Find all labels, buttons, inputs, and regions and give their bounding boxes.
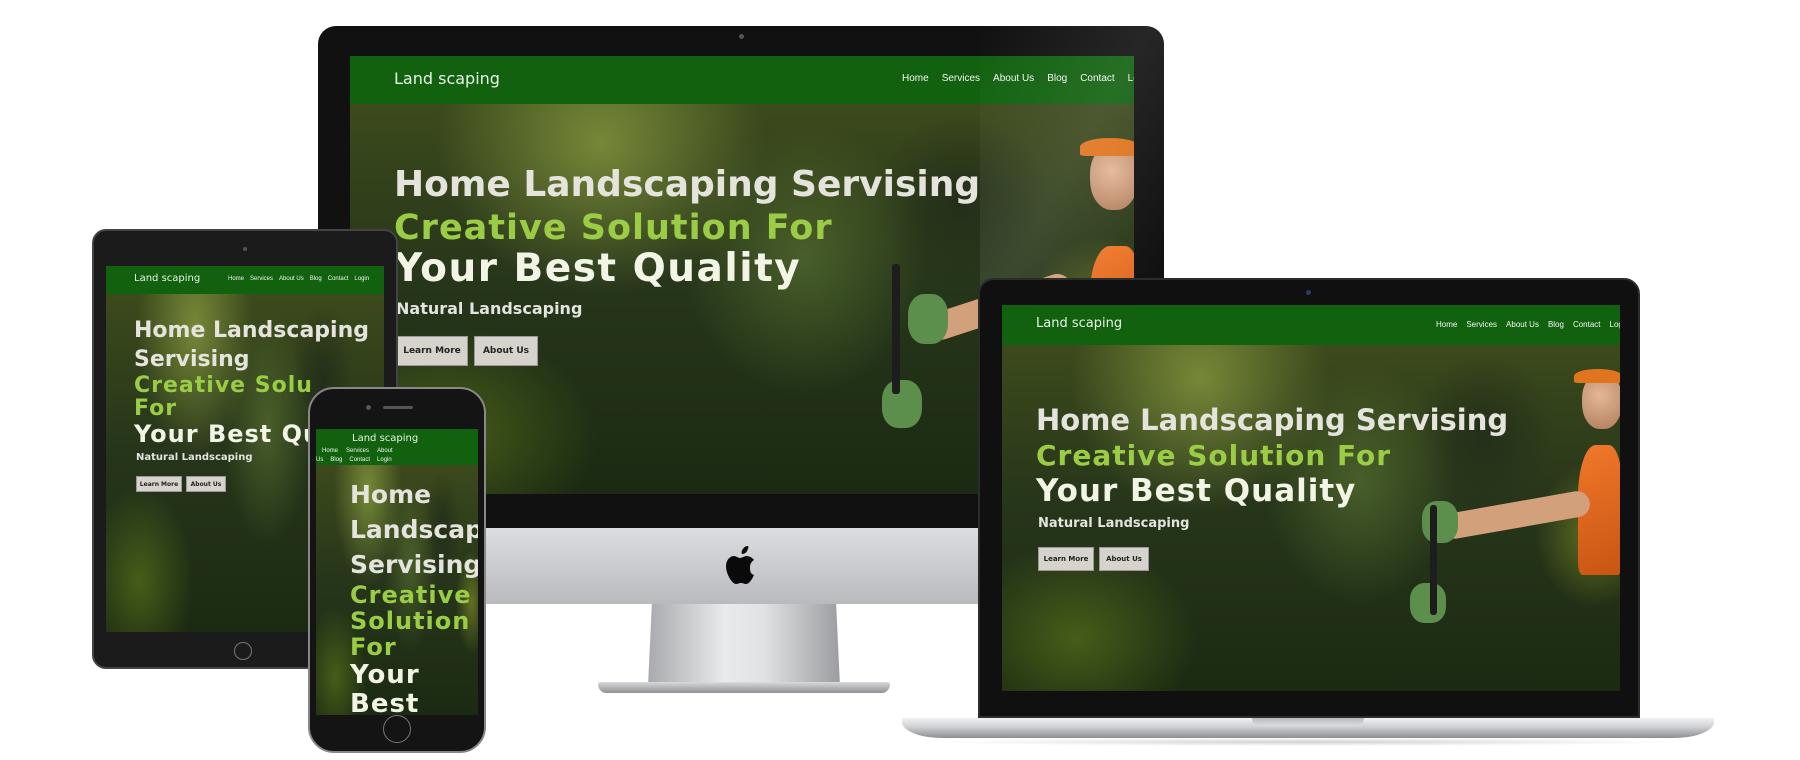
nav-contact[interactable]: Contact (349, 457, 370, 463)
macbook-hinge-notch (1252, 718, 1364, 726)
nav-login[interactable]: Login (377, 457, 392, 463)
macbook-camera (1306, 290, 1311, 295)
imac-camera (739, 34, 744, 39)
hero-image: Home Landscap Servising Creative Solutio… (316, 465, 478, 715)
site-brand[interactable]: Land scaping (394, 69, 500, 88)
hero-buttons: Learn More About Us (396, 336, 980, 366)
nav-about[interactable]: About Us (1506, 320, 1539, 329)
hero-heading: Home Landscaping Servising (394, 164, 981, 205)
imac-stand-foot (598, 682, 890, 693)
nav-about-cont[interactable]: Us (316, 457, 323, 463)
nav-home[interactable]: Home (322, 448, 338, 454)
nav-menu-row2: Us Blog Contact Login (316, 457, 392, 463)
hero-buttons: Learn More About Us (1038, 547, 1508, 571)
navbar: Land scaping Home Services About Us Blog… (1002, 305, 1620, 345)
nav-blog[interactable]: Blog (1548, 320, 1564, 329)
hero-subheading: Creative Solution For (394, 208, 833, 248)
hero-heading-cont: Servising (134, 347, 250, 372)
about-us-button[interactable]: About Us (186, 476, 226, 492)
hero-heading-cont2: Servising (350, 550, 478, 579)
nav-menu-row1: Home Services About (322, 448, 393, 454)
learn-more-button[interactable]: Learn More (396, 336, 468, 366)
hero-tagline: Your (350, 660, 420, 690)
hero-tagline-cont: Best (350, 689, 420, 715)
nav-login[interactable]: Login (1610, 320, 1620, 329)
nav-contact[interactable]: Contact (1573, 320, 1601, 329)
nav-menu: Home Services About Us Blog Contact Logi… (1436, 320, 1620, 329)
hero-tagline: Your Best Quality (1036, 473, 1357, 509)
hero-caption: Natural Landscaping (396, 299, 583, 318)
hero-image: Home Landscaping Servising Creative Solu… (1002, 345, 1620, 691)
ipad-camera (243, 247, 247, 251)
nav-services[interactable]: Services (346, 448, 369, 454)
navbar: Land scaping Home Services About Us Blog… (316, 429, 478, 465)
macbook-shadow (930, 738, 1686, 746)
about-us-button[interactable]: About Us (474, 336, 538, 366)
site-brand[interactable]: Land scaping (352, 433, 418, 444)
macbook-screen: Land scaping Home Services About Us Blog… (1002, 305, 1620, 691)
iphone-speaker (383, 406, 413, 409)
imac-stand (648, 604, 840, 686)
nav-blog[interactable]: Blog (310, 276, 322, 282)
nav-home[interactable]: Home (902, 73, 929, 84)
hero-heading: Home Landscaping (134, 318, 369, 343)
site-brand[interactable]: Land scaping (1036, 316, 1122, 331)
nav-services[interactable]: Services (942, 73, 980, 84)
nav-home[interactable]: Home (228, 276, 244, 282)
hero-caption: Natural Landscaping (1038, 516, 1190, 531)
hero-subheading: Creative Solution For (1036, 439, 1392, 472)
ipad-home-button (234, 642, 252, 660)
nav-menu: Home Services About Us Blog Contact Logi… (228, 276, 369, 282)
hero-heading: Home Landscaping Servising (1036, 403, 1509, 437)
nav-about[interactable]: About (377, 448, 393, 454)
hero-text: Home Landscaping Servising Creative Solu… (1036, 401, 1508, 571)
hero-tagline: Your Best Quality (394, 246, 802, 291)
nav-home[interactable]: Home (1436, 320, 1457, 329)
hero-text: Home Landscap Servising Creative Solutio… (350, 477, 478, 715)
iphone-home-button (383, 715, 411, 743)
hero-subheading-cont2: For (350, 633, 397, 661)
iphone-camera (366, 405, 371, 410)
nav-contact[interactable]: Contact (328, 276, 349, 282)
apple-icon (726, 546, 754, 584)
site-brand[interactable]: Land scaping (134, 273, 200, 284)
nav-login[interactable]: Login (354, 276, 369, 282)
hero-heading-cont1: Landscap (350, 515, 478, 544)
learn-more-button[interactable]: Learn More (136, 476, 182, 492)
hero-heading: Home (350, 480, 432, 509)
hero-text: Home Landscaping Servising Creative Solu… (394, 162, 980, 366)
learn-more-button[interactable]: Learn More (1038, 547, 1094, 571)
navbar: Land scaping Home Services About Us Blog… (106, 266, 384, 294)
hero-subheading: Creative (350, 581, 472, 609)
hero-subheading-cont1: Solution (350, 607, 471, 635)
nav-services[interactable]: Services (1466, 320, 1497, 329)
about-us-button[interactable]: About Us (1099, 547, 1149, 571)
nav-blog[interactable]: Blog (330, 457, 342, 463)
nav-about[interactable]: About Us (279, 276, 304, 282)
nav-services[interactable]: Services (250, 276, 273, 282)
iphone-screen: Land scaping Home Services About Us Blog… (316, 429, 478, 715)
